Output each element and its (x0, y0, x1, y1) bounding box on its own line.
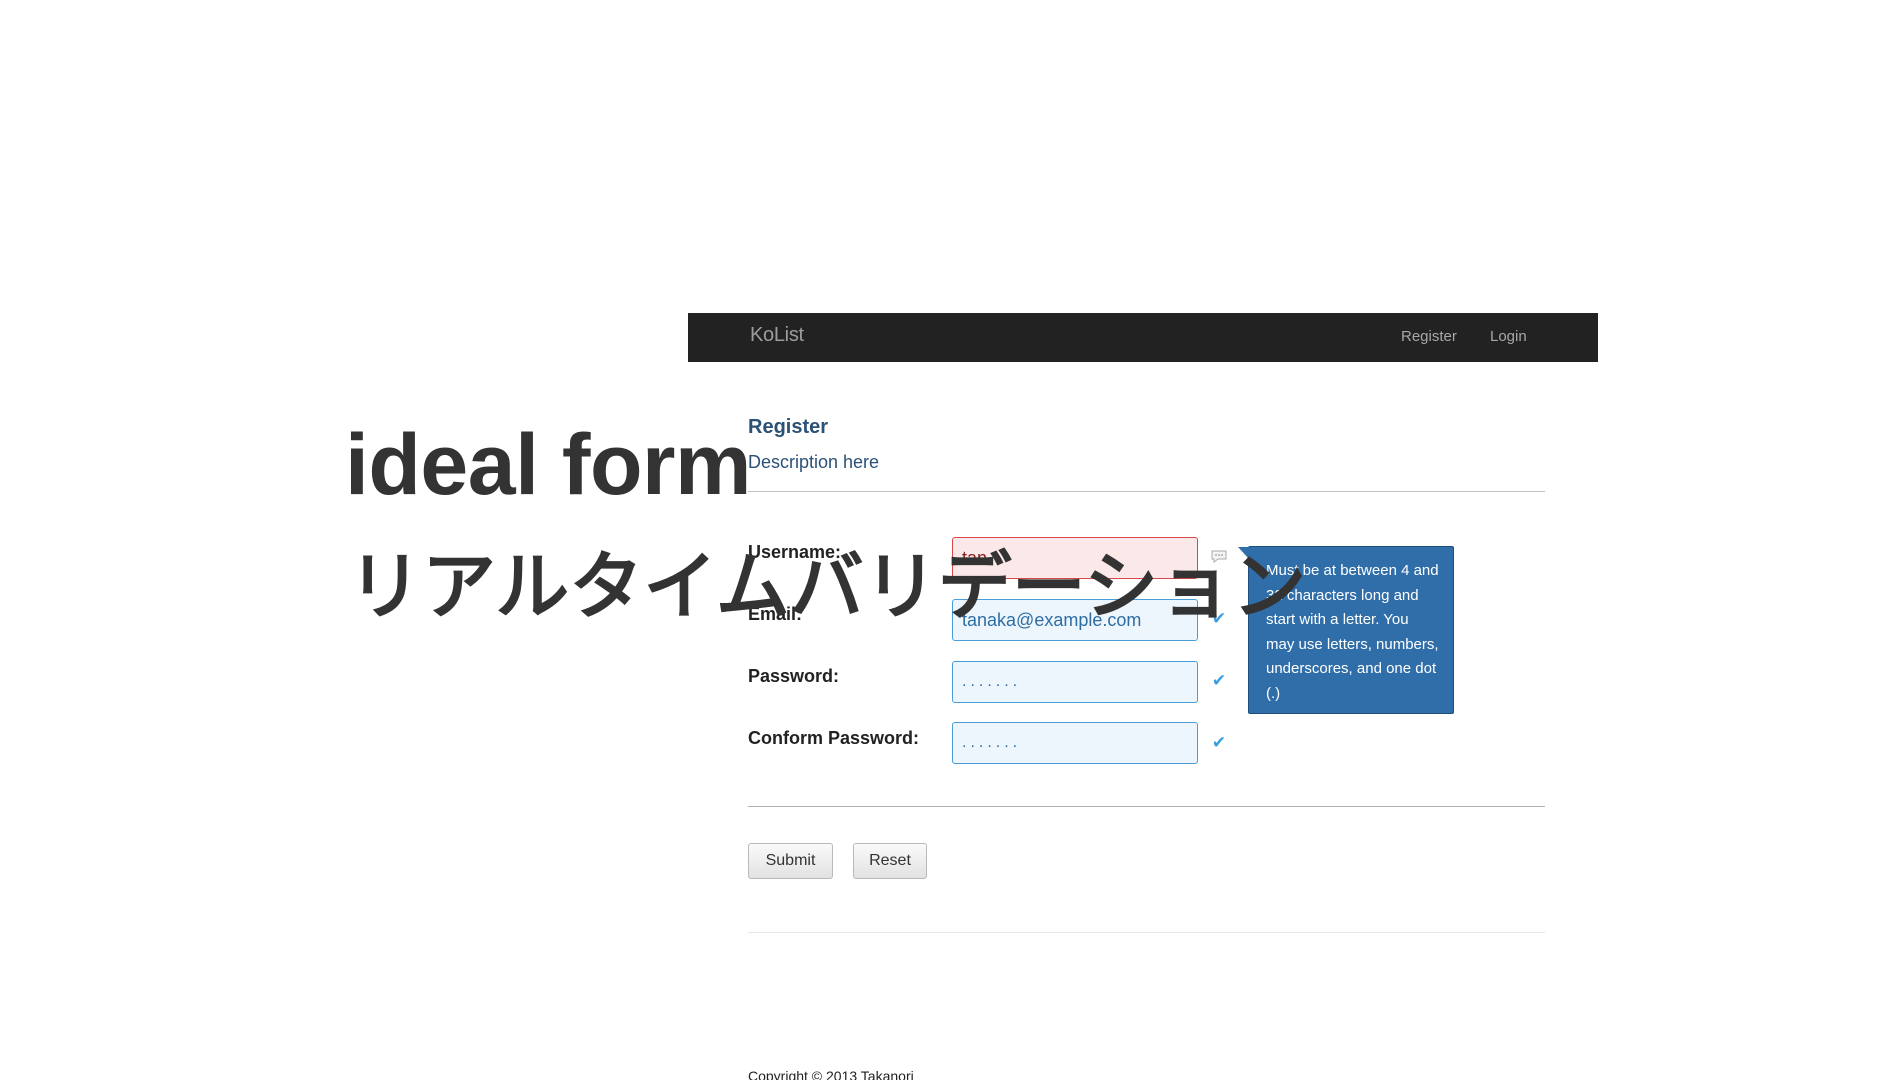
copyright-footer: Copyright © 2013 Takanori (748, 1068, 914, 1080)
nav-link-login[interactable]: Login (1490, 328, 1527, 345)
password-input[interactable] (952, 661, 1198, 703)
overlay-title: ideal form (345, 417, 751, 513)
brand-link[interactable]: KoList (750, 324, 804, 347)
divider (748, 806, 1545, 807)
divider (748, 932, 1545, 933)
confirm-password-input[interactable] (952, 722, 1198, 764)
reset-button[interactable]: Reset (853, 843, 927, 879)
nav-link-register[interactable]: Register (1401, 328, 1457, 345)
check-icon: ✔ (1211, 733, 1227, 752)
page: KoList Register Login Register Descripti… (0, 0, 1900, 1080)
overlay-subtitle: リアルタイムバリデーション (348, 545, 1307, 628)
form-description: Description here (748, 452, 880, 472)
form-title: Register (748, 416, 829, 438)
confirm-password-label: Conform Password: (748, 728, 920, 748)
submit-button[interactable]: Submit (748, 843, 833, 879)
password-label: Password: (748, 666, 840, 686)
divider (748, 491, 1545, 492)
check-icon: ✔ (1211, 671, 1227, 690)
navbar: KoList Register Login (688, 313, 1598, 362)
